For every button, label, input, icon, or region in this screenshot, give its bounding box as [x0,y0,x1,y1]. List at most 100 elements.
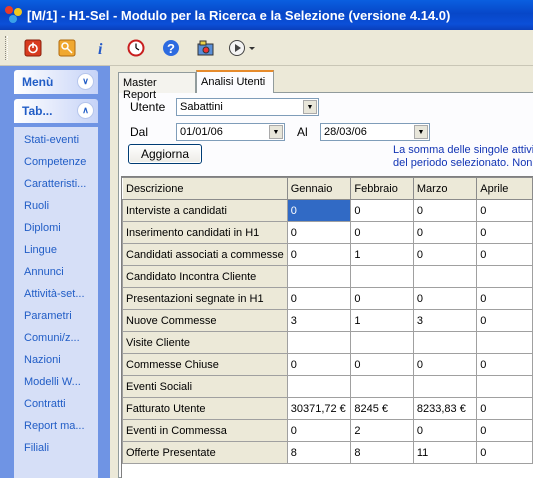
tab-panel-header[interactable]: Tab... ∧ [14,99,98,123]
table-cell[interactable]: 0 [286,419,352,442]
sidebar-item-ruoli[interactable]: Ruoli [24,200,98,212]
row-label-cell[interactable]: Eventi Sociali [122,375,288,398]
table-cell[interactable]: 8 [350,441,414,464]
row-label-cell[interactable]: Offerte Presentate [122,441,288,464]
table-cell[interactable]: 0 [286,221,352,244]
table-cell[interactable]: 0 [412,221,478,244]
toolbar-grip[interactable] [5,36,8,60]
chevron-down-icon[interactable]: ∨ [77,73,94,90]
table-cell[interactable] [412,375,478,398]
chevron-down-icon[interactable]: ▼ [269,125,283,139]
table-cell[interactable]: 0 [476,287,533,310]
table-cell[interactable]: 0 [476,243,533,266]
table-cell[interactable]: 8233,83 € [412,397,478,420]
table-cell[interactable] [286,331,352,354]
table-cell[interactable]: 0 [286,353,352,376]
row-label-cell[interactable]: Eventi in Commessa [122,419,288,442]
table-cell[interactable]: 0 [412,353,478,376]
table-cell[interactable]: 0 [412,199,478,222]
table-cell[interactable]: 0 [476,199,533,222]
sidebar-item-competenze[interactable]: Competenze [24,156,98,168]
table-cell[interactable] [286,265,352,288]
table-cell[interactable]: 0 [350,287,414,310]
table-cell[interactable]: 2 [350,419,414,442]
table-cell[interactable]: 0 [412,243,478,266]
sidebar-item-comuni[interactable]: Comuni/z... [24,332,98,344]
table-cell[interactable] [350,375,414,398]
table-cell[interactable]: 0 [476,397,533,420]
table-cell[interactable] [476,375,533,398]
table-cell[interactable] [286,375,352,398]
tab-analisi-utenti[interactable]: Analisi Utenti [196,70,274,93]
sidebar-item-stati-eventi[interactable]: Stati-eventi [24,134,98,146]
utente-select[interactable]: Sabattini ▼ [176,98,319,116]
power-icon[interactable] [21,36,45,60]
table-cell[interactable]: 0 [412,287,478,310]
table-cell[interactable]: 1 [350,309,414,332]
clock-icon[interactable] [124,36,148,60]
aggiorna-button[interactable]: Aggiorna [128,144,202,164]
row-label-cell[interactable]: Nuove Commesse [122,309,288,332]
table-cell[interactable]: 0 [286,243,352,266]
help-icon[interactable]: ? [159,36,183,60]
row-label-cell[interactable]: Candidato Incontra Cliente [122,265,288,288]
table-cell[interactable]: 3 [286,309,352,332]
row-label-cell[interactable]: Fatturato Utente [122,397,288,420]
sidebar-item-parametri[interactable]: Parametri [24,310,98,322]
sidebar-item-annunci[interactable]: Annunci [24,266,98,278]
table-cell[interactable]: 0 [350,353,414,376]
table-cell[interactable]: 0 [476,441,533,464]
table-cell[interactable]: 0 [350,221,414,244]
photo-icon[interactable] [194,36,218,60]
row-label-cell[interactable]: Commesse Chiuse [122,353,288,376]
table-cell[interactable]: 0 [412,419,478,442]
column-header[interactable]: Gennaio [286,177,352,200]
column-header[interactable]: Aprile [476,177,533,200]
table-cell[interactable] [476,331,533,354]
table-cell[interactable] [476,265,533,288]
table-cell[interactable]: 11 [412,441,478,464]
row-label-cell[interactable]: Inserimento candidati in H1 [122,221,288,244]
row-label-cell[interactable]: Presentazioni segnate in H1 [122,287,288,310]
chevron-down-icon[interactable]: ▼ [303,100,317,114]
sidebar-item-lingue[interactable]: Lingue [24,244,98,256]
sidebar-item-attivita-settori[interactable]: Attività-set... [24,288,98,300]
table-cell[interactable]: 0 [476,309,533,332]
table-cell[interactable] [412,265,478,288]
table-cell[interactable]: 3 [412,309,478,332]
key-icon[interactable] [55,36,79,60]
table-cell[interactable]: 8245 € [350,397,414,420]
al-date-field[interactable]: 28/03/06 ▼ [320,123,430,141]
sidebar-item-filiali[interactable]: Filiali [24,442,98,454]
sidebar-item-diplomi[interactable]: Diplomi [24,222,98,234]
table-cell[interactable]: 0 [476,221,533,244]
data-grid[interactable]: Descrizione Gennaio Febbraio Marzo Aprile In… [121,176,533,478]
table-cell[interactable]: 0 [350,199,414,222]
info-icon[interactable]: i [89,36,113,60]
column-header[interactable]: Marzo [412,177,478,200]
table-cell[interactable]: 0 [476,419,533,442]
table-cell[interactable]: 30371,72 € [286,397,352,420]
table-cell[interactable]: 0 [286,287,352,310]
row-label-cell[interactable]: Interviste a candidati [122,199,288,222]
chevron-up-icon[interactable]: ∧ [77,102,94,119]
play-dropdown-icon[interactable] [227,36,259,60]
table-cell[interactable] [350,331,414,354]
table-cell[interactable] [412,331,478,354]
row-label-cell[interactable]: Visite Cliente [122,331,288,354]
sidebar-item-modelli[interactable]: Modelli W... [24,376,98,388]
table-cell[interactable]: 8 [286,441,352,464]
table-cell[interactable]: 1 [350,243,414,266]
sidebar-item-contratti[interactable]: Contratti [24,398,98,410]
column-header[interactable]: Descrizione [122,177,288,200]
column-header[interactable]: Febbraio [350,177,414,200]
table-cell[interactable]: 0 [286,199,352,222]
dal-date-field[interactable]: 01/01/06 ▼ [176,123,285,141]
row-label-cell[interactable]: Candidati associati a commesse [122,243,288,266]
chevron-down-icon[interactable]: ▼ [414,125,428,139]
sidebar-item-caratteristiche[interactable]: Caratteristi... [24,178,98,190]
menu-panel-header[interactable]: Menù ∨ [14,70,98,94]
sidebar-item-report[interactable]: Report ma... [24,420,98,432]
tab-master-report[interactable]: Master Report [118,72,196,101]
sidebar-item-nazioni[interactable]: Nazioni [24,354,98,366]
